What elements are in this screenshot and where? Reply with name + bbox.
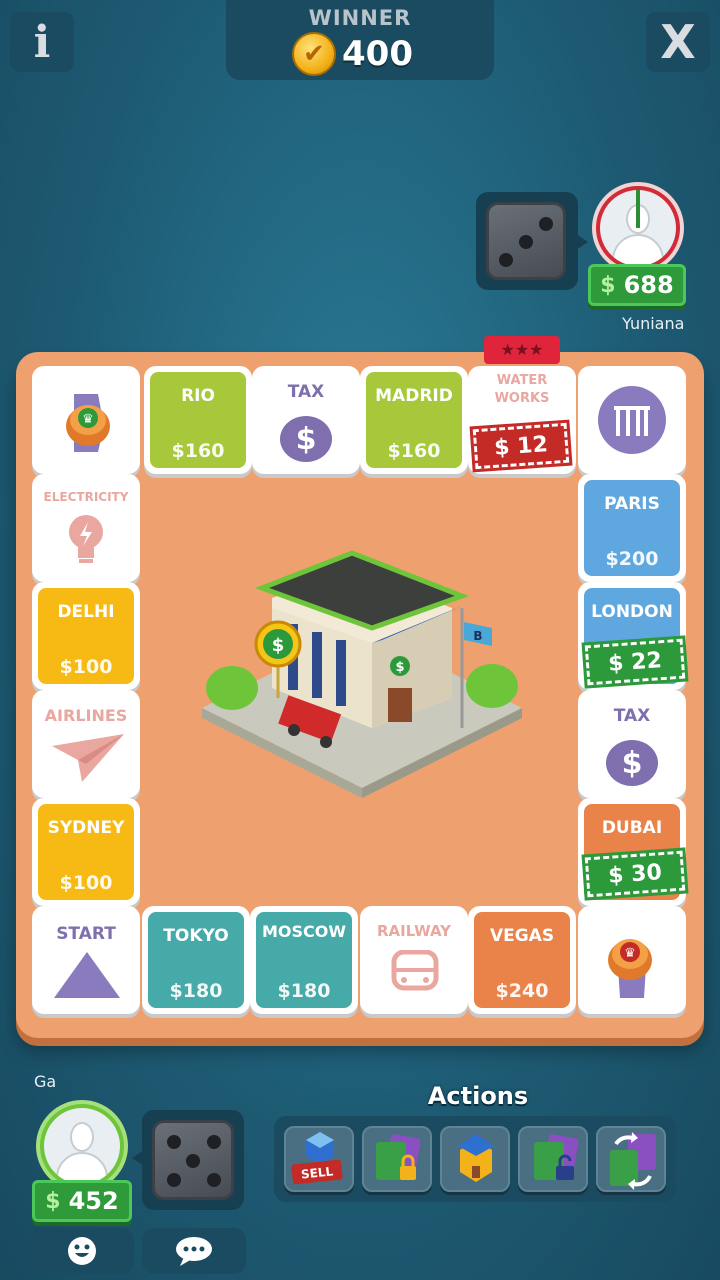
build-house-button[interactable]: [440, 1126, 510, 1192]
svg-text:B: B: [473, 629, 482, 643]
coin-icon: ✔: [292, 32, 336, 76]
lightbulb-icon: [69, 515, 103, 563]
owner-stars-badge: ★★★: [484, 336, 560, 364]
chat-bubble-icon: [176, 1237, 212, 1266]
player-avatar: [36, 1100, 128, 1192]
airlines-tile[interactable]: AIRLINES: [32, 690, 140, 798]
rent-tag: $ 30: [581, 847, 689, 901]
opponent-avatar: [592, 182, 684, 274]
tax-tile-right[interactable]: TAX $: [578, 690, 686, 798]
property-tile-paris[interactable]: PARIS $200: [578, 474, 686, 582]
property-tile-rio[interactable]: RIO $160: [144, 366, 252, 474]
actions-panel: SELL: [274, 1116, 676, 1202]
jail-icon: [598, 386, 666, 454]
opponent-dice-panel: [476, 192, 578, 290]
smiley-icon: [68, 1237, 96, 1265]
opponent-money: $688: [588, 264, 686, 306]
unmortgage-button[interactable]: [518, 1126, 588, 1192]
house-icon: [458, 1134, 494, 1182]
sell-house-icon: SELL: [291, 1132, 343, 1185]
opponent-dice: [486, 202, 566, 280]
corner-tile-jail-bars[interactable]: [578, 366, 686, 474]
corner-tile-bottom-right[interactable]: ♛: [578, 906, 686, 1014]
turn-timer-icon: [636, 190, 640, 228]
winner-label: WINNER: [308, 6, 412, 30]
svg-text:♛: ♛: [82, 412, 94, 427]
opponent-name: Yuniana: [622, 314, 685, 333]
property-tile-delhi[interactable]: DELHI $100: [32, 582, 140, 690]
rent-tag: $ 22: [581, 635, 689, 689]
property-tile-madrid[interactable]: MADRID $160: [360, 366, 468, 474]
card-lock-icon: [376, 1134, 421, 1180]
property-tile-london[interactable]: LONDON $ 22: [578, 582, 689, 690]
property-tile-vegas[interactable]: VEGAS $240: [468, 906, 576, 1014]
mortgage-button[interactable]: [362, 1126, 432, 1192]
actions-title: Actions: [427, 1082, 529, 1110]
start-tile[interactable]: START: [32, 906, 140, 1014]
trade-button[interactable]: [596, 1126, 666, 1192]
train-icon: [391, 950, 439, 991]
emoji-button[interactable]: [30, 1228, 134, 1274]
property-tile-tokyo[interactable]: TOKYO $180: [142, 906, 250, 1014]
card-unlock-icon: [534, 1134, 579, 1180]
sell-building-button[interactable]: SELL: [284, 1126, 354, 1192]
pointer-icon: [576, 234, 588, 250]
player-dice[interactable]: [152, 1120, 234, 1200]
player-dice-panel[interactable]: [142, 1110, 244, 1210]
close-button[interactable]: X: [646, 12, 710, 72]
tax-icon: $: [280, 416, 332, 462]
svg-text:$: $: [272, 635, 285, 656]
game-board: ♛ RIO $160 TAX $ MADRID $160 ★★★ WATER WOR…: [16, 336, 704, 1038]
chat-button[interactable]: [142, 1228, 246, 1274]
tax-tile-top[interactable]: TAX $: [252, 366, 360, 474]
property-tile-sydney[interactable]: SYDNEY $100: [32, 798, 140, 906]
svg-text:♛: ♛: [624, 946, 636, 961]
corner-tile-jail[interactable]: ♛: [32, 366, 140, 474]
railway-tile[interactable]: RAILWAY: [360, 906, 468, 1014]
close-icon: X: [660, 15, 696, 69]
rent-tag: $ 12: [469, 419, 573, 473]
player-name: Ga: [34, 1072, 57, 1091]
property-tile-dubai[interactable]: DUBAI $ 30: [578, 798, 689, 906]
svg-text:$: $: [395, 660, 404, 675]
player-money: $452: [32, 1180, 132, 1222]
winner-amount: 400: [342, 34, 413, 74]
start-arrow-icon: [54, 952, 120, 998]
tax-icon: $: [606, 740, 658, 786]
utility-tile-water-works[interactable]: ★★★ WATER WORKS $ 12: [468, 336, 576, 474]
info-icon: i: [33, 16, 51, 68]
airplane-icon: [52, 734, 124, 782]
property-tile-moscow[interactable]: MOSCOW $180: [250, 906, 358, 1014]
winner-panel: WINNER ✔ 400: [226, 0, 494, 80]
bank-building-illustration: $ B $: [202, 550, 522, 798]
player-token-icon: ♛: [608, 939, 652, 998]
info-button[interactable]: i: [10, 12, 74, 72]
trade-cards-icon: [610, 1132, 656, 1190]
player-token-icon: ♛: [66, 394, 110, 452]
utility-tile-electricity[interactable]: ELECTRICITY: [32, 474, 140, 582]
